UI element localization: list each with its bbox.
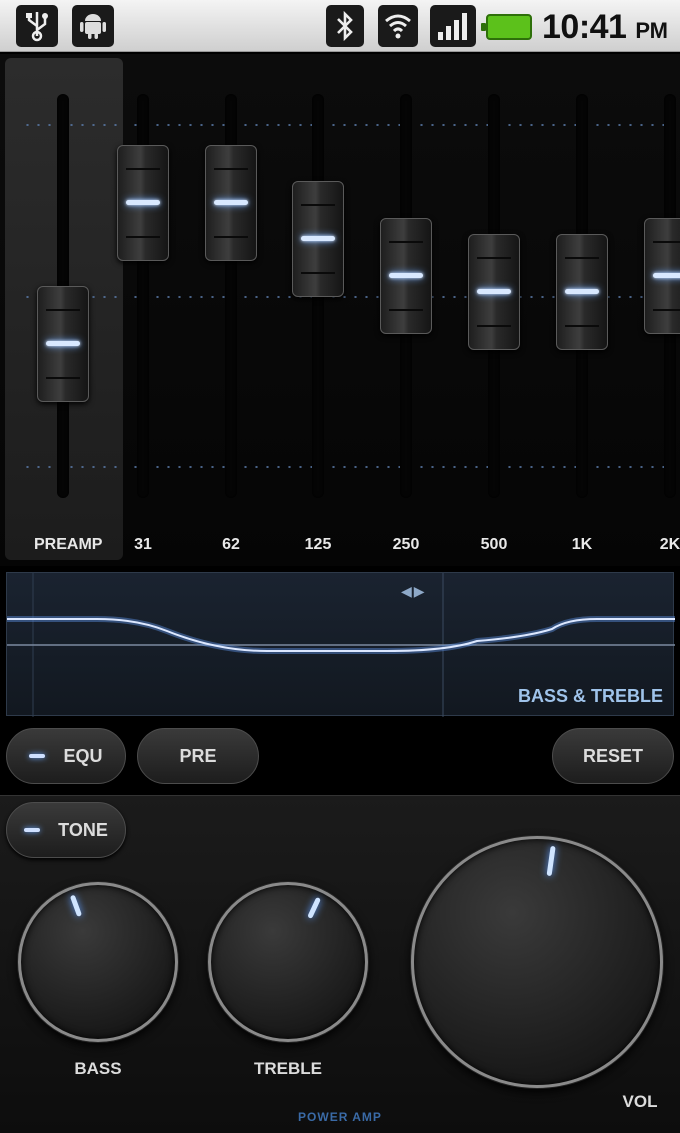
preamp-slider-handle[interactable]	[37, 286, 89, 403]
bass-label: BASS	[74, 1059, 122, 1078]
equ-button[interactable]: EQU	[6, 728, 126, 784]
scale-dots	[22, 124, 122, 126]
usb-icon	[16, 5, 58, 47]
wifi-icon	[378, 5, 418, 47]
pan-arrows-icon[interactable]: ◀▶	[401, 583, 427, 600]
battery-icon	[481, 14, 532, 40]
reset-label: RESET	[582, 745, 643, 766]
status-bar: 10:41 PM	[0, 0, 680, 52]
treble-indicator	[307, 896, 322, 919]
band-2k-slider-label: 2K	[659, 536, 680, 553]
band-31-slider-label: 31	[134, 536, 152, 553]
preamp-label: PREAMP	[34, 536, 103, 553]
band-1k-slider-handle[interactable]	[556, 233, 608, 350]
treble-label: TREBLE	[254, 1059, 322, 1078]
band-62-slider-label: 62	[222, 536, 240, 553]
eq-curve-display[interactable]: ◀▶ BASS & TREBLE	[6, 572, 675, 717]
tone-button[interactable]: TONE	[6, 802, 126, 858]
pre-button[interactable]: PRE	[137, 728, 259, 784]
tone-section: TONE BASS TREBLE VOL	[0, 795, 680, 1133]
signal-icon	[430, 5, 476, 47]
vol-label: VOL	[622, 1092, 658, 1111]
bass-knob[interactable]	[18, 882, 178, 1042]
bass-indicator	[69, 894, 83, 917]
reset-button[interactable]: RESET	[552, 728, 674, 784]
band-500-slider-label: 500	[480, 536, 508, 553]
band-125-slider-handle[interactable]	[292, 181, 344, 298]
scale-dots	[22, 466, 122, 468]
equalizer-panel: 31 62 125 250 500 1K 2K PREAMP	[0, 54, 680, 566]
band-31-slider-handle[interactable]	[117, 145, 169, 262]
band-125-slider-label: 125	[304, 536, 332, 553]
tone-label: TONE	[58, 819, 108, 840]
pre-label: PRE	[179, 745, 217, 766]
volume-indicator	[546, 845, 556, 877]
band-2k-slider-handle[interactable]	[644, 217, 680, 334]
band-1k-slider-label: 1K	[571, 536, 593, 553]
volume-knob[interactable]	[411, 836, 663, 1088]
band-250-slider-label: 250	[392, 536, 420, 553]
band-500-slider-handle[interactable]	[468, 233, 520, 350]
clock: 10:41 PM	[542, 8, 668, 46]
band-62-slider-handle[interactable]	[205, 145, 257, 262]
android-icon	[72, 5, 114, 47]
tone-led-icon	[24, 828, 41, 832]
bass-treble-label: BASS & TREBLE	[517, 686, 663, 706]
equ-led-icon	[29, 754, 46, 758]
bluetooth-icon	[326, 5, 364, 47]
brand-label: POWER AMP	[298, 1110, 382, 1124]
treble-knob[interactable]	[208, 882, 368, 1042]
band-250-slider-handle[interactable]	[380, 217, 432, 334]
equ-label: EQU	[63, 745, 103, 766]
